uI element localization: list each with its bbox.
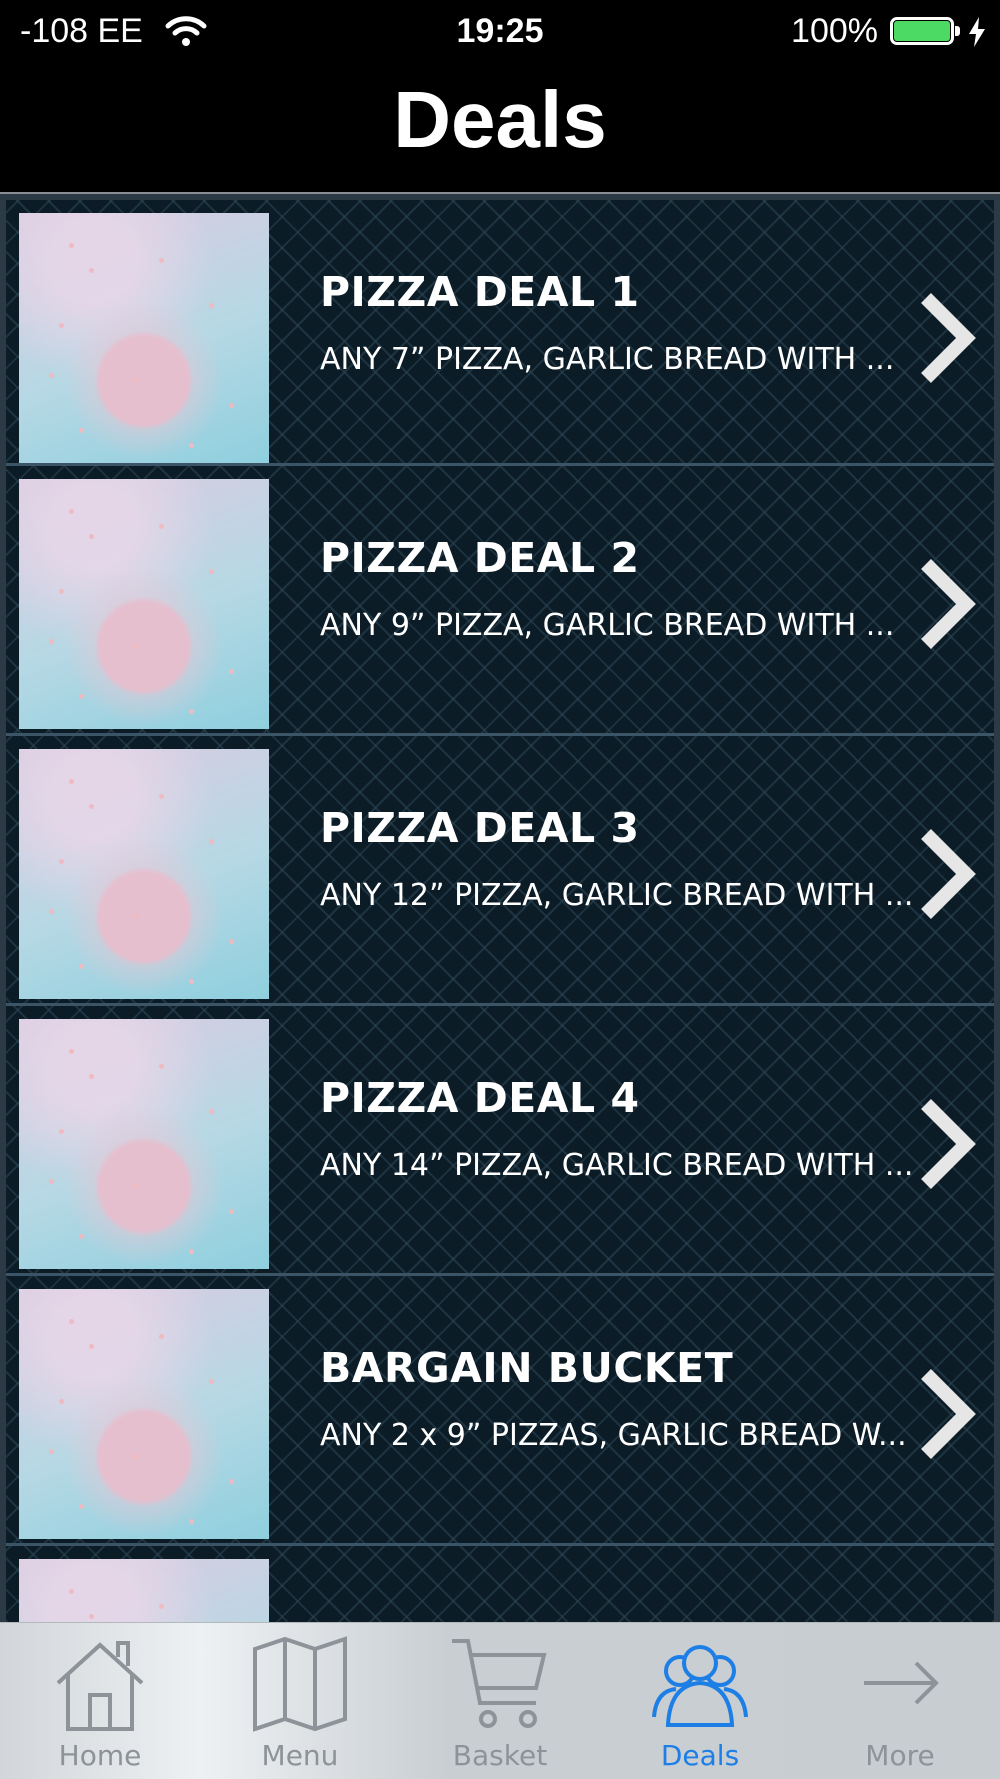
deal-thumbnail xyxy=(19,1559,269,1622)
chevron-right-icon xyxy=(921,293,976,383)
deal-title: PIZZA DEAL 2 xyxy=(320,534,640,582)
people-icon xyxy=(652,1645,748,1727)
deal-title: PIZZA DEAL 1 xyxy=(320,268,640,316)
chevron-right-icon xyxy=(921,1099,976,1189)
status-right: 100% xyxy=(791,12,988,51)
deal-description: ANY 9” PIZZA, GARLIC BREAD WITH ... xyxy=(320,608,895,643)
battery-icon xyxy=(890,15,962,49)
tab-label: More xyxy=(865,1739,935,1772)
tab-basket[interactable]: Basket xyxy=(400,1623,600,1779)
navigation-bar: Deals xyxy=(0,64,1000,194)
deal-description: ANY 7” PIZZA, GARLIC BREAD WITH ... xyxy=(320,342,895,377)
battery-percent: 100% xyxy=(791,12,878,50)
deal-title: PIZZA DEAL 3 xyxy=(320,804,640,852)
deal-description: ANY 12” PIZZA, GARLIC BREAD WITH ... xyxy=(320,878,914,913)
deal-thumbnail xyxy=(19,213,269,463)
status-bar: -108 EE 19:25 100% xyxy=(0,0,1000,64)
deal-row[interactable]: BARGAIN BUCKET ANY 2 x 9” PIZZAS, GARLIC… xyxy=(6,1276,994,1546)
deal-title: PIZZA DEAL 4 xyxy=(320,1074,640,1122)
deal-thumbnail xyxy=(19,749,269,999)
deal-thumbnail xyxy=(19,1289,269,1539)
deal-row[interactable]: PIZZA DEAL 2 ANY 9” PIZZA, GARLIC BREAD … xyxy=(6,466,994,736)
tab-label: Basket xyxy=(452,1739,548,1772)
deal-row[interactable]: PIZZA DEAL 1 ANY 7” PIZZA, GARLIC BREAD … xyxy=(6,194,994,466)
tab-menu[interactable]: Menu xyxy=(200,1623,400,1779)
tab-home[interactable]: Home xyxy=(0,1623,200,1779)
tab-label: Menu xyxy=(261,1739,339,1772)
deal-thumbnail xyxy=(19,1019,269,1269)
cart-icon xyxy=(452,1639,547,1728)
tab-more[interactable]: More xyxy=(800,1623,1000,1779)
deal-row-partial[interactable] xyxy=(6,1546,994,1622)
chevron-right-icon xyxy=(921,559,976,649)
chevron-right-icon xyxy=(921,1369,976,1459)
tab-deals[interactable]: Deals xyxy=(600,1623,800,1779)
tab-bar: Home Menu Basket Deals More xyxy=(0,1622,1000,1779)
tab-label: Deals xyxy=(660,1739,740,1772)
deal-description: ANY 14” PIZZA, GARLIC BREAD WITH ... xyxy=(320,1148,914,1183)
arrow-right-icon xyxy=(864,1661,939,1705)
home-icon xyxy=(56,1641,144,1731)
charging-icon xyxy=(969,16,985,47)
deal-row[interactable]: PIZZA DEAL 3 ANY 12” PIZZA, GARLIC BREAD… xyxy=(6,736,994,1006)
deal-thumbnail xyxy=(19,479,269,729)
page-title: Deals xyxy=(393,75,607,164)
deals-list[interactable]: PIZZA DEAL 1 ANY 7” PIZZA, GARLIC BREAD … xyxy=(0,194,1000,1622)
deal-row[interactable]: PIZZA DEAL 4 ANY 14” PIZZA, GARLIC BREAD… xyxy=(6,1006,994,1276)
deal-title: BARGAIN BUCKET xyxy=(320,1344,734,1392)
deal-description: ANY 2 x 9” PIZZAS, GARLIC BREAD W... xyxy=(320,1418,907,1453)
map-icon xyxy=(253,1636,347,1732)
tab-label: Home xyxy=(58,1739,142,1772)
chevron-right-icon xyxy=(921,829,976,919)
